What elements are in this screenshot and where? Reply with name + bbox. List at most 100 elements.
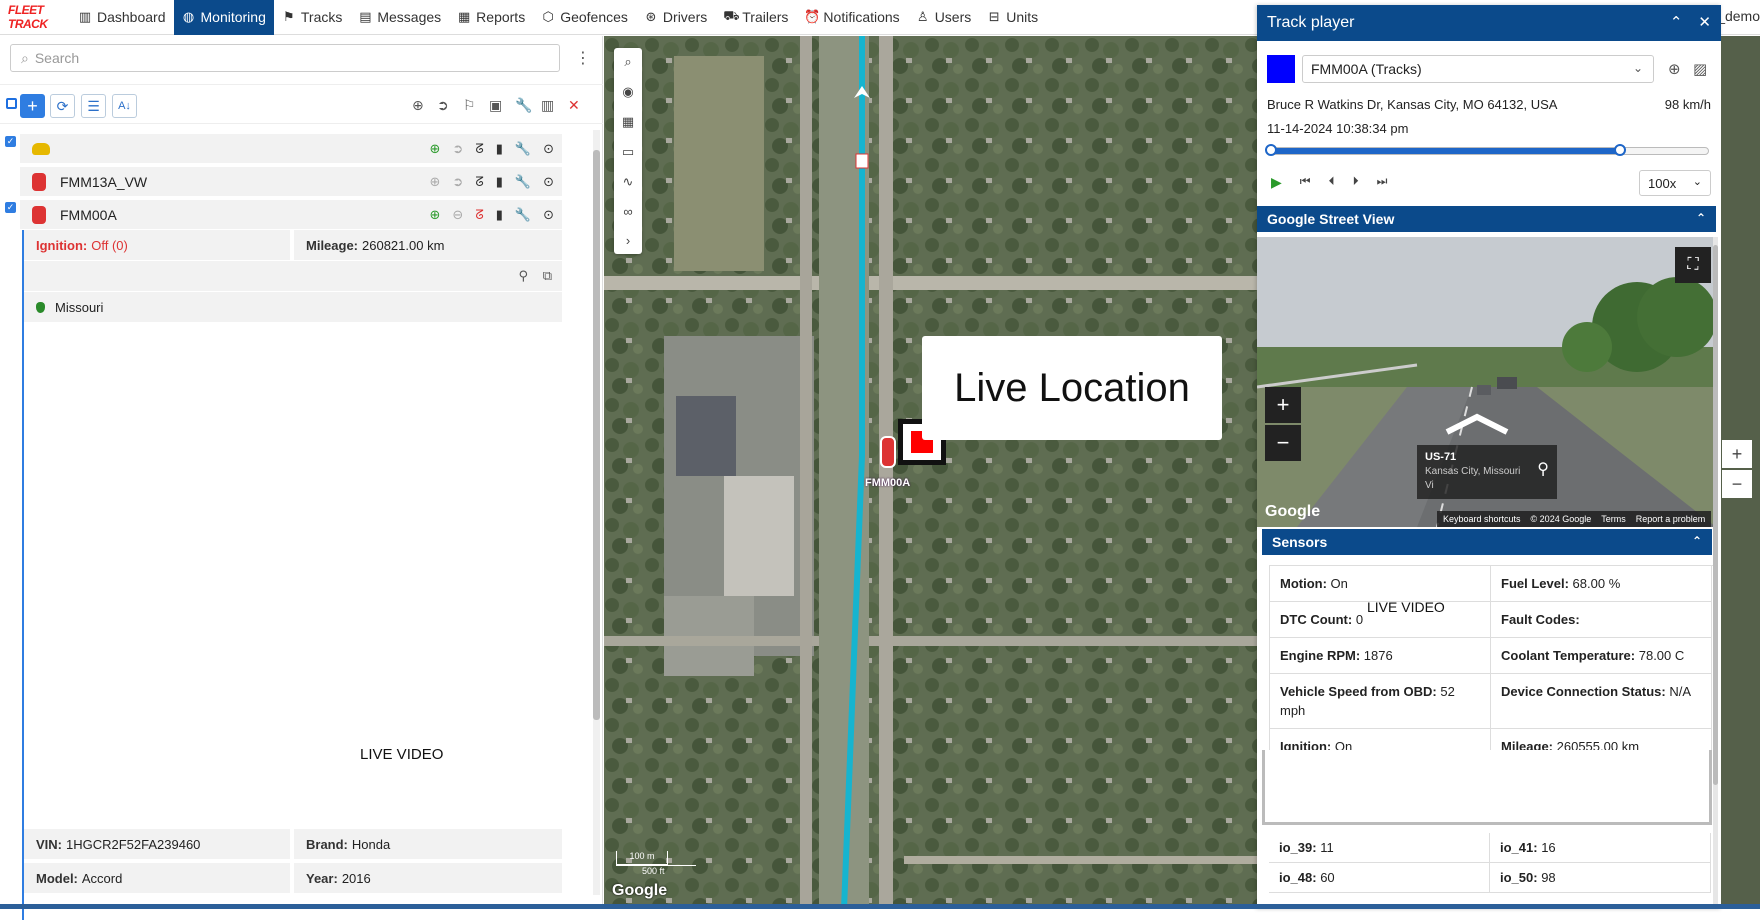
route-icon[interactable]: ∿ xyxy=(623,174,634,190)
crosshair-icon[interactable]: ⊕ xyxy=(412,97,424,114)
map-pin-icon[interactable]: ⚲ xyxy=(1537,459,1549,479)
refresh-button[interactable]: ⟳ xyxy=(50,94,75,118)
unit-marker-icon[interactable] xyxy=(880,436,896,468)
zoom-in-button[interactable]: + xyxy=(1265,387,1301,423)
close-icon[interactable]: ✕ xyxy=(568,97,580,114)
command-icon[interactable]: ⊖ xyxy=(452,207,463,223)
nav-messages[interactable]: ▤ Messages xyxy=(350,0,449,35)
map-zoom-out-button[interactable]: − xyxy=(1722,470,1752,498)
logo[interactable]: FLEET TRACK xyxy=(0,0,70,35)
search-icon[interactable]: ⌕ xyxy=(624,54,631,70)
ruler-icon[interactable]: ▭ xyxy=(622,144,634,160)
unit-track-value: FMM00A (Tracks) xyxy=(1311,61,1422,77)
stats-icon[interactable]: ▮ xyxy=(496,207,503,223)
skip-end-icon[interactable]: ⏭ xyxy=(1377,174,1388,191)
play-icon[interactable]: ▶ xyxy=(1271,174,1282,191)
skip-start-icon[interactable]: ⏮ xyxy=(1300,174,1311,191)
globe-icon: ◍ xyxy=(182,9,195,24)
search-input[interactable]: ⌕ Search xyxy=(10,44,560,72)
search-placeholder: Search xyxy=(34,50,80,66)
eye-icon[interactable]: ◉ xyxy=(622,84,633,100)
close-icon[interactable]: ✕ xyxy=(1698,13,1711,31)
collapse-up-icon[interactable]: ⌃ xyxy=(1670,13,1683,31)
nav-trailers[interactable]: ⛟ Trailers xyxy=(715,0,796,35)
distance-icon[interactable]: ∞ xyxy=(623,204,632,219)
collapse-up-icon[interactable]: ⌃ xyxy=(1692,534,1702,548)
unit-track-select[interactable]: FMM00A (Tracks) ⌄ xyxy=(1302,55,1654,83)
sensors-header[interactable]: Sensors ⌃ xyxy=(1262,529,1712,555)
view-link[interactable]: Vi xyxy=(1425,480,1549,491)
locate-icon[interactable]: ⊕ xyxy=(430,174,441,190)
track-icon[interactable]: ᘔ xyxy=(475,174,483,190)
track-player-panel: Track player ⌃ ✕ FMM00A (Tracks) ⌄ ⊕ ▨ B… xyxy=(1257,5,1721,909)
chevron-right-icon[interactable]: › xyxy=(626,233,630,248)
command-icon[interactable]: ➲ xyxy=(452,174,463,190)
unit-row[interactable]: FMM00A ⊕ ⊖ ᘔ ▮ 🔧 ⊙ xyxy=(20,200,562,230)
add-button[interactable]: + xyxy=(20,94,45,118)
group-tree-button[interactable]: ☰ xyxy=(81,94,106,118)
external-link-icon[interactable]: ⧉ xyxy=(543,268,552,284)
nav-notifications[interactable]: ⏰ Notifications xyxy=(796,0,907,35)
command-icon[interactable]: ➲ xyxy=(437,97,449,114)
track-timeline-slider[interactable] xyxy=(1265,144,1709,156)
street-view-panorama[interactable]: ⛶ + − US-71 Kansas City, Missouri Vi ⚲ G… xyxy=(1257,237,1716,527)
chevron-down-icon[interactable]: ⊙ xyxy=(543,207,554,223)
chevron-down-icon[interactable]: ⊙ xyxy=(543,141,554,157)
track-icon[interactable]: ᘔ xyxy=(475,141,483,157)
crosshair-icon[interactable]: ⊕ xyxy=(1668,60,1681,78)
report-problem-link[interactable]: Report a problem xyxy=(1636,514,1706,524)
nav-reports[interactable]: ▦ Reports xyxy=(449,0,533,35)
collapse-up-icon[interactable]: ⌃ xyxy=(1696,211,1706,225)
terms-link[interactable]: Terms xyxy=(1601,514,1626,524)
clipboard-icon[interactable]: ▥ xyxy=(541,97,554,114)
image-icon[interactable]: ▨ xyxy=(1693,60,1707,78)
track-address: Bruce R Watkins Dr, Kansas City, MO 6413… xyxy=(1267,97,1558,112)
nav-monitoring[interactable]: ◍ Monitoring xyxy=(173,0,274,35)
geofence-icon xyxy=(36,301,45,313)
command-icon[interactable]: ➲ xyxy=(452,141,463,157)
timeline-current-handle[interactable] xyxy=(1614,144,1627,156)
left-scrollbar-thumb[interactable] xyxy=(593,150,600,720)
satellite-map[interactable] xyxy=(604,36,1257,909)
nav-users[interactable]: ♙ Users xyxy=(908,0,980,35)
step-forward-icon[interactable]: ⏵ xyxy=(1353,174,1359,191)
select-all-checkbox[interactable] xyxy=(6,98,17,109)
fullscreen-icon[interactable]: ⛶ xyxy=(1675,247,1711,283)
map-zoom-in-button[interactable]: + xyxy=(1722,440,1752,468)
wrench-icon[interactable]: 🔧 xyxy=(515,97,532,114)
timeline-start-handle[interactable] xyxy=(1265,144,1277,156)
geofence-pin-icon[interactable]: ⚲ xyxy=(518,268,528,284)
nav-geofences[interactable]: ⬡ Geofences xyxy=(533,0,636,35)
more-menu-icon[interactable]: ⋮ xyxy=(575,48,591,68)
calculator-icon[interactable]: ▣ xyxy=(489,97,502,114)
nav-drivers[interactable]: ⊛ Drivers xyxy=(636,0,715,35)
wrench-icon[interactable]: 🔧 xyxy=(515,141,531,157)
zoom-out-button[interactable]: − xyxy=(1265,425,1301,461)
stats-icon[interactable]: ▮ xyxy=(496,174,503,190)
nav-units[interactable]: ⊟ Units xyxy=(979,0,1046,35)
sensor-label: Vehicle Speed from OBD: xyxy=(1280,684,1437,699)
unit-row[interactable]: ⊕ ➲ ᘔ ▮ 🔧 ⊙ xyxy=(20,134,562,164)
wrench-icon[interactable]: 🔧 xyxy=(515,207,531,223)
nav-dashboard[interactable]: ▥ Dashboard xyxy=(70,0,174,35)
locate-icon[interactable]: ⊕ xyxy=(430,141,441,157)
wrench-icon[interactable]: 🔧 xyxy=(515,174,531,190)
track-color-swatch[interactable] xyxy=(1267,55,1295,83)
locate-icon[interactable]: ⊕ xyxy=(430,207,441,223)
flags-icon[interactable]: ⚐ xyxy=(463,97,476,114)
unit-checkbox[interactable]: ✓ xyxy=(5,202,16,213)
track-player-scrollbar-thumb[interactable] xyxy=(1713,245,1718,785)
stats-icon[interactable]: ▮ xyxy=(496,141,503,157)
step-back-icon[interactable]: ⏴ xyxy=(1329,174,1335,191)
unit-checkbox[interactable]: ✓ xyxy=(5,136,16,147)
sort-az-button[interactable]: A↓ xyxy=(112,94,137,118)
nav-tracks[interactable]: ⚑ Tracks xyxy=(274,0,350,35)
map-layers-icon[interactable]: ▦ xyxy=(622,114,634,130)
street-view-header[interactable]: Google Street View ⌃ xyxy=(1257,206,1716,232)
playback-speed-select[interactable]: 100x ⌄ xyxy=(1639,170,1711,196)
keyboard-shortcuts-link[interactable]: Keyboard shortcuts xyxy=(1443,514,1521,524)
track-icon[interactable]: ᘔ xyxy=(475,207,483,223)
chevron-down-icon[interactable]: ⊙ xyxy=(543,174,554,190)
user-menu[interactable]: _demo xyxy=(1717,8,1760,24)
unit-row[interactable]: FMM13A_VW ⊕ ➲ ᘔ ▮ 🔧 ⊙ xyxy=(20,167,562,197)
